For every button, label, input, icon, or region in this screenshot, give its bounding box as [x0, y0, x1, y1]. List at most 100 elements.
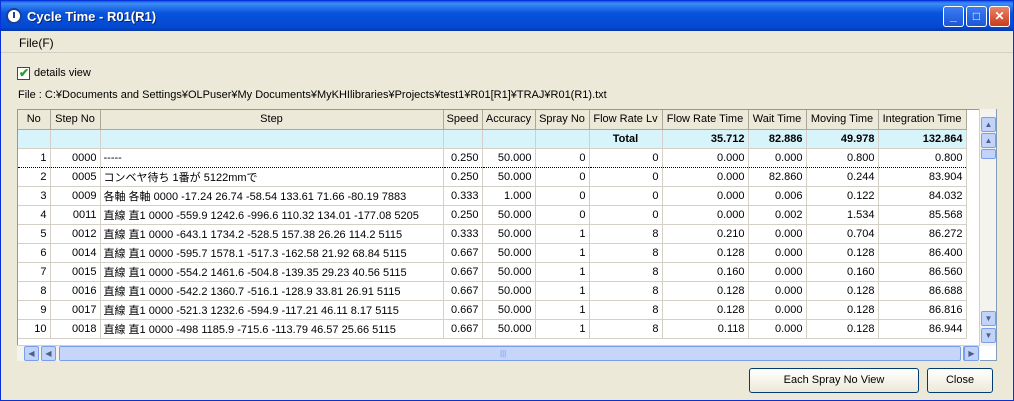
- table-cell[interactable]: 0014: [50, 243, 101, 263]
- table-cell[interactable]: 0.000: [748, 262, 807, 282]
- table-cell[interactable]: 0009: [50, 186, 101, 206]
- table-cell[interactable]: 86.816: [878, 300, 967, 320]
- table-cell[interactable]: 直線 直1 0000 -542.2 1360.7 -516.1 -128.9 3…: [100, 281, 444, 301]
- scroll-left-button[interactable]: ◀: [41, 346, 56, 361]
- table-cell[interactable]: 50.000: [482, 300, 536, 320]
- table-cell[interactable]: 0: [589, 147, 663, 168]
- table-cell[interactable]: 0000: [50, 147, 101, 168]
- table-row[interactable]: 1 0000 ----- 0.250 50.000 0 0 0.000 0.000 0.800 0.…: [18, 147, 967, 168]
- title-bar[interactable]: Cycle Time - R01(R1) _ □ ✕: [1, 1, 1013, 31]
- table-cell[interactable]: 0005: [50, 167, 101, 187]
- vertical-scroll-thumb[interactable]: [981, 149, 996, 159]
- table-cell[interactable]: 1: [535, 319, 590, 339]
- col-header-step-no[interactable]: Step No: [50, 110, 101, 130]
- table-cell[interactable]: 0.250: [443, 167, 483, 187]
- table-cell[interactable]: 0.128: [806, 243, 879, 263]
- table-cell[interactable]: 4: [18, 205, 51, 225]
- table-cell[interactable]: 0.122: [806, 186, 879, 206]
- details-view-checkbox[interactable]: ✔: [17, 66, 30, 80]
- table-cell[interactable]: コンベヤ待ち 1番が 5122mmで: [100, 167, 444, 187]
- maximize-button[interactable]: □: [966, 6, 987, 27]
- col-header-integration-time[interactable]: Integration Time: [878, 110, 967, 130]
- table-cell[interactable]: 0.000: [748, 281, 807, 301]
- table-cell[interactable]: 5: [18, 224, 51, 244]
- table-cell[interactable]: 1: [535, 262, 590, 282]
- table-cell[interactable]: 0.250: [443, 205, 483, 225]
- vertical-scrollbar[interactable]: ▲ ▲ ▼ ▼: [979, 109, 996, 346]
- col-header-wait-time[interactable]: Wait Time: [748, 110, 807, 130]
- table-cell[interactable]: 0.128: [806, 319, 879, 339]
- table-cell[interactable]: 0: [589, 186, 663, 206]
- table-cell[interactable]: 0011: [50, 205, 101, 225]
- horizontal-scroll-thumb[interactable]: [59, 346, 961, 361]
- menu-file[interactable]: File(F): [19, 36, 54, 50]
- table-cell[interactable]: 0.667: [443, 319, 483, 339]
- close-window-button[interactable]: ✕: [989, 6, 1010, 27]
- table-row[interactable]: 7 0015 直線 直1 0000 -554.2 1461.6 -504.8 -13…: [18, 262, 967, 282]
- table-cell[interactable]: 直線 直1 0000 -595.7 1578.1 -517.3 -162.58 …: [100, 243, 444, 263]
- table-cell[interactable]: 86.400: [878, 243, 967, 263]
- table-cell[interactable]: 84.032: [878, 186, 967, 206]
- table-cell[interactable]: 0.128: [662, 243, 749, 263]
- table-cell[interactable]: 0016: [50, 281, 101, 301]
- table-cell[interactable]: 0.000: [662, 186, 749, 206]
- table-cell[interactable]: 0.333: [443, 186, 483, 206]
- table-cell[interactable]: 0.210: [662, 224, 749, 244]
- table-row[interactable]: 6 0014 直線 直1 0000 -595.7 1578.1 -517.3 -16…: [18, 243, 967, 263]
- table-cell[interactable]: 0.006: [748, 186, 807, 206]
- table-cell[interactable]: 50.000: [482, 243, 536, 263]
- table-cell[interactable]: 0.000: [748, 300, 807, 320]
- horizontal-scrollbar[interactable]: ◀ ◀ ▶ ▶: [17, 345, 980, 361]
- table-cell[interactable]: 50.000: [482, 281, 536, 301]
- table-cell[interactable]: -----: [100, 147, 444, 168]
- scroll-bottom-button[interactable]: ▼: [981, 328, 996, 343]
- close-button[interactable]: Close: [927, 368, 993, 393]
- table-cell[interactable]: 8: [589, 262, 663, 282]
- table-cell[interactable]: 0.800: [806, 147, 879, 168]
- table-cell[interactable]: 8: [589, 300, 663, 320]
- table-cell[interactable]: 50.000: [482, 262, 536, 282]
- table-cell[interactable]: 0.667: [443, 300, 483, 320]
- table-cell[interactable]: 8: [589, 281, 663, 301]
- table-cell[interactable]: 8: [18, 281, 51, 301]
- table-cell[interactable]: 0.128: [806, 300, 879, 320]
- col-header-step[interactable]: Step: [100, 110, 444, 130]
- table-cell[interactable]: 0.128: [662, 281, 749, 301]
- table-cell[interactable]: 0015: [50, 262, 101, 282]
- table-cell[interactable]: 0.667: [443, 262, 483, 282]
- table-cell[interactable]: 0: [589, 167, 663, 187]
- table-cell[interactable]: 直線 直1 0000 -643.1 1734.2 -528.5 157.38 2…: [100, 224, 444, 244]
- table-cell[interactable]: 10: [18, 319, 51, 339]
- col-header-speed[interactable]: Speed: [443, 110, 483, 130]
- table-cell[interactable]: 0.002: [748, 205, 807, 225]
- table-cell[interactable]: 0.000: [748, 224, 807, 244]
- table-cell[interactable]: 86.272: [878, 224, 967, 244]
- table-cell[interactable]: 0.128: [806, 281, 879, 301]
- table-cell[interactable]: 0.000: [662, 205, 749, 225]
- table-cell[interactable]: 0: [589, 205, 663, 225]
- scroll-last-button[interactable]: ▶: [964, 346, 979, 361]
- minimize-button[interactable]: _: [943, 6, 964, 27]
- table-row[interactable]: 3 0009 各軸 各軸 0000 -17.24 26.74 -58.54 133.…: [18, 186, 967, 206]
- col-header-moving-time[interactable]: Moving Time: [806, 110, 879, 130]
- table-cell[interactable]: 50.000: [482, 167, 536, 187]
- table-cell[interactable]: 0.000: [748, 243, 807, 263]
- table-row[interactable]: 5 0012 直線 直1 0000 -643.1 1734.2 -528.5 157…: [18, 224, 967, 244]
- table-cell[interactable]: 85.568: [878, 205, 967, 225]
- table-cell[interactable]: 直線 直1 0000 -521.3 1232.6 -594.9 -117.21 …: [100, 300, 444, 320]
- scroll-up-button[interactable]: ▲: [981, 133, 996, 148]
- table-cell[interactable]: 7: [18, 262, 51, 282]
- table-cell[interactable]: 50.000: [482, 205, 536, 225]
- table-cell[interactable]: 82.860: [748, 167, 807, 187]
- table-cell[interactable]: 各軸 各軸 0000 -17.24 26.74 -58.54 133.61 71…: [100, 186, 444, 206]
- scroll-first-button[interactable]: ◀: [24, 346, 39, 361]
- table-cell[interactable]: 0.667: [443, 243, 483, 263]
- table-cell[interactable]: 1: [535, 224, 590, 244]
- table-cell[interactable]: 0012: [50, 224, 101, 244]
- table-cell[interactable]: 直線 直1 0000 -559.9 1242.6 -996.6 110.32 1…: [100, 205, 444, 225]
- table-cell[interactable]: 0.000: [662, 167, 749, 187]
- table-cell[interactable]: 0.000: [748, 319, 807, 339]
- table-cell[interactable]: 8: [589, 319, 663, 339]
- table-cell[interactable]: 0.704: [806, 224, 879, 244]
- table-cell[interactable]: 直線 直1 0000 -554.2 1461.6 -504.8 -139.35 …: [100, 262, 444, 282]
